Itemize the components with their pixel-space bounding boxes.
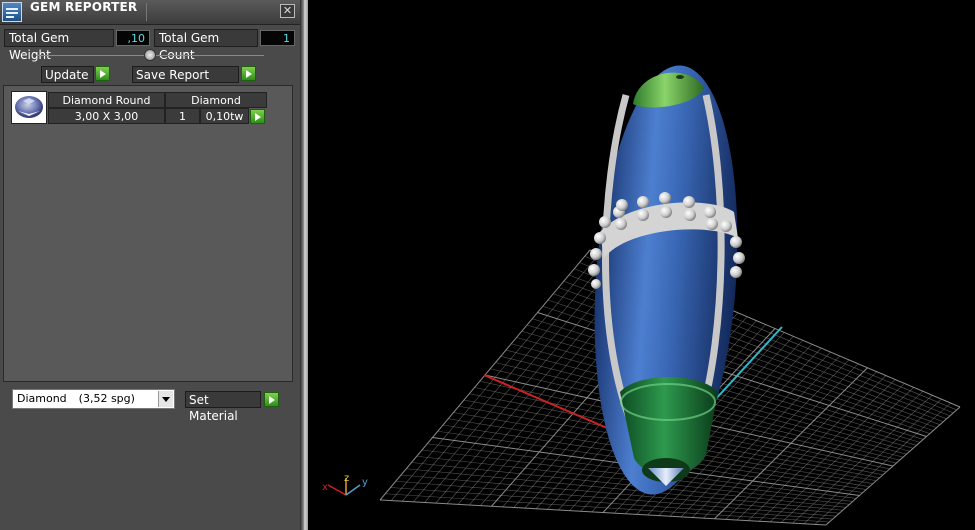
gem-name: Diamond Round: [48, 92, 165, 108]
update-arrow-icon[interactable]: [95, 66, 110, 81]
material-dropdown[interactable]: Diamond (3,52 spg): [12, 389, 175, 409]
update-button[interactable]: Update: [41, 66, 94, 83]
save-report-button[interactable]: Save Report: [132, 66, 239, 83]
material-spg: (3,52 spg): [78, 392, 135, 405]
scene: x z y: [322, 65, 961, 526]
total-gem-weight-label: Total Gem Weight: [4, 29, 114, 62]
panel-title: GEM REPORTER: [30, 0, 138, 14]
panel-slider-knob[interactable]: [144, 49, 156, 61]
total-gem-weight-value: ,10: [116, 30, 150, 46]
gem-list: Diamond Round Diamond 3,00 X 3,00 1 0,10…: [3, 85, 293, 382]
gem-count: 1: [165, 108, 200, 124]
chevron-down-icon[interactable]: [158, 391, 173, 407]
save-report-arrow-icon[interactable]: [241, 66, 256, 81]
diamond-thumbnail-icon: [11, 91, 47, 124]
material-name: Diamond: [17, 392, 67, 405]
panel-titlebar: GEM REPORTER ✕: [0, 0, 300, 25]
gem-weight: 0,10tw: [200, 108, 249, 124]
gem-material: Diamond: [165, 92, 267, 108]
total-gem-count-label: Total Gem Count: [154, 29, 258, 62]
axis-gizmo: x z y: [322, 473, 368, 496]
gem-reporter-icon: [2, 2, 22, 22]
total-gem-count-value: 1: [260, 30, 295, 46]
close-icon[interactable]: ✕: [280, 4, 295, 18]
y-axis-label: y: [362, 477, 368, 488]
3d-viewport[interactable]: x z y: [308, 0, 975, 530]
gem-row-arrow-icon[interactable]: [250, 109, 265, 124]
title-divider: [146, 3, 147, 21]
set-material-button[interactable]: Set Material: [185, 391, 261, 423]
panel-splitter[interactable]: [300, 0, 308, 530]
z-axis-label: z: [344, 473, 349, 484]
gem-size: 3,00 X 3,00: [48, 108, 165, 124]
x-axis-label: x: [322, 482, 328, 493]
set-material-arrow-icon[interactable]: [264, 392, 279, 407]
gem-reporter-panel: GEM REPORTER ✕ Total Gem Weight ,10 Tota…: [0, 0, 300, 530]
